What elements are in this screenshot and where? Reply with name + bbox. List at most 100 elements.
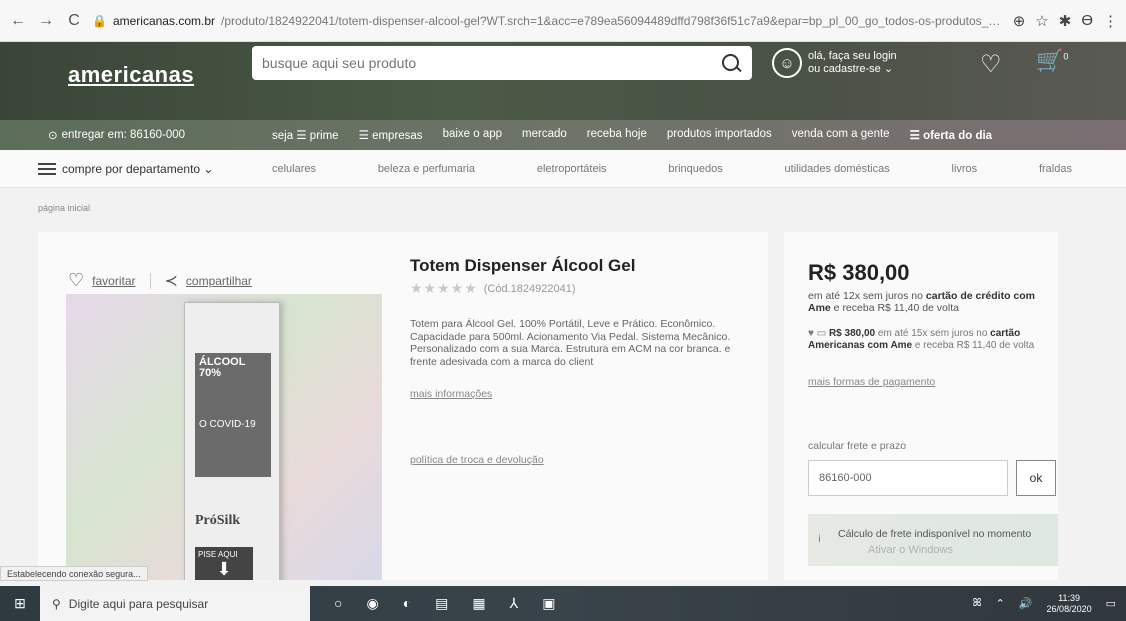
browser-status-bar: Estabelecendo conexão segura... <box>0 566 148 581</box>
chrome-icon[interactable]: ◉ <box>366 595 378 612</box>
forward-arrow-icon[interactable]: → <box>36 11 56 31</box>
location-pin-icon: ⊙ <box>48 130 58 142</box>
installments-pre: em até 12x sem juros no <box>808 290 926 302</box>
back-arrow-icon[interactable]: ← <box>8 11 28 31</box>
nav-receba-hoje[interactable]: receba hoje <box>587 128 647 142</box>
login-link[interactable]: ☺ olá, faça seu login ou cadastre-se ⌄ <box>772 48 897 78</box>
totem-illustration: ÁLCOOL 70% O COVID-19 PróSilk PISE AQUI ⬇ <box>184 302 280 580</box>
dept-eletroportateis[interactable]: eletroportáteis <box>537 163 607 175</box>
shipping-label: calcular frete e prazo <box>808 440 907 452</box>
product-rating: ★★★★★ (Cód.1824922041) <box>410 280 576 297</box>
price-panel: R$ 380,00 em até 12x sem juros no cartão… <box>784 232 1058 580</box>
share-icon[interactable]: ≺ <box>165 271 178 291</box>
clock[interactable]: 11:39 26/08/2020 <box>1047 593 1092 615</box>
nav-venda[interactable]: venda com a gente <box>792 128 890 142</box>
product-code: (Cód.1824922041) <box>483 282 576 295</box>
top-nav-links: seja ☰ prime ☰ empresas baixe o app merc… <box>272 128 992 142</box>
people-icon[interactable]: ꕤ <box>972 597 981 610</box>
department-links: celulares beleza e perfumaria eletroport… <box>272 163 1072 175</box>
breadcrumb[interactable]: página inicial <box>38 203 90 213</box>
nav-oferta[interactable]: ☰ oferta do dia <box>910 128 993 142</box>
reload-icon[interactable]: C <box>64 11 84 31</box>
return-policy-link[interactable]: política de troca e devolução <box>410 454 544 466</box>
address-bar[interactable]: 🔒 americanas.com.br/produto/1824922041/t… <box>92 8 1005 34</box>
word-icon[interactable]: ▣ <box>542 595 555 612</box>
user-icon: ☺ <box>772 48 802 78</box>
browser-icons: ⊕ ☆ ✱ ϴ ⋮ <box>1013 12 1118 30</box>
browser-toolbar: ← → C 🔒 americanas.com.br/produto/182492… <box>0 0 1126 42</box>
cart-icon[interactable]: 🛒0 <box>1036 48 1068 74</box>
department-bar: compre por departamento ⌄ celulares bele… <box>0 150 1126 188</box>
cortana-icon[interactable]: ○ <box>334 595 342 612</box>
more-payment-link[interactable]: mais formas de pagamento <box>808 376 935 388</box>
bookmark-star-icon[interactable]: ☆ <box>1035 12 1048 30</box>
address-path: /produto/1824922041/totem-dispenser-alco… <box>221 13 1005 28</box>
nav-importados[interactable]: produtos importados <box>667 128 772 142</box>
dept-livros[interactable]: livros <box>952 163 978 175</box>
department-menu-button[interactable]: compre por departamento ⌄ <box>38 162 213 176</box>
profile-icon[interactable]: ϴ <box>1081 12 1093 30</box>
search-icon: ⚲ <box>52 596 61 611</box>
favorite-link[interactable]: favoritar <box>92 274 135 288</box>
windows-activation-watermark: Ativar o Windows <box>868 544 953 556</box>
nav-mercado[interactable]: mercado <box>522 128 567 142</box>
product-panel: ♡ favoritar ≺ compartilhar ÁLCOOL 70% O … <box>38 232 768 580</box>
excel-icon[interactable]: ▦ <box>472 595 485 612</box>
explorer-icon[interactable]: ▤ <box>435 595 448 612</box>
heart-icon[interactable]: ♡ <box>68 270 84 291</box>
menu-kebab-icon[interactable]: ⋮ <box>1103 12 1118 30</box>
acrobat-icon[interactable]: ⅄ <box>510 595 519 612</box>
product-price: R$ 380,00 <box>808 260 910 285</box>
dept-beleza[interactable]: beleza e perfumaria <box>378 163 475 175</box>
product-image[interactable]: ÁLCOOL 70% O COVID-19 PróSilk PISE AQUI ⬇ <box>66 294 382 580</box>
ame-text-1: em até 15x sem juros no <box>875 328 991 339</box>
share-link[interactable]: compartilhar <box>186 274 252 288</box>
extensions-icon[interactable]: ✱ <box>1059 12 1072 30</box>
product-title: Totem Dispenser Álcool Gel <box>410 256 636 275</box>
shipping-notice: ⅰ Cálculo de frete indisponível no momen… <box>808 514 1058 566</box>
dept-utilidades[interactable]: utilidades domésticas <box>785 163 890 175</box>
site-header: americanas ☺ olá, faça seu login ou cada… <box>0 42 1126 120</box>
cart-count: 0 <box>1063 51 1069 62</box>
windows-start-icon[interactable]: ⊞ <box>0 586 40 621</box>
signup-text: ou cadastre-se ⌄ <box>808 63 894 75</box>
edge-icon[interactable]: ◐ <box>403 595 411 612</box>
nav-empresas[interactable]: ☰ empresas <box>359 128 423 142</box>
address-host: americanas.com.br <box>112 13 215 28</box>
installments-text: em até 12x sem juros no cartão de crédit… <box>808 290 1048 314</box>
rating-stars-icon[interactable]: ★★★★★ <box>410 280 478 297</box>
calculate-shipping-button[interactable]: ok <box>1016 460 1056 496</box>
top-nav: ⊙ entregar em: 86160-000 seja ☰ prime ☰ … <box>0 120 1126 150</box>
ame-card-icon: ♥ ▭ <box>808 328 829 339</box>
volume-icon[interactable]: 🔊 <box>1019 597 1033 610</box>
cep-input[interactable] <box>808 460 1008 496</box>
delivery-location[interactable]: ⊙ entregar em: 86160-000 <box>48 128 185 142</box>
search-icon[interactable] <box>720 52 742 74</box>
tray-arrow-icon[interactable]: ⌃ <box>996 597 1005 610</box>
nav-app[interactable]: baixe o app <box>443 128 502 142</box>
nav-prime[interactable]: seja ☰ prime <box>272 128 339 142</box>
taskbar-search[interactable]: ⚲ Digite aqui para pesquisar <box>40 586 310 621</box>
shipping-notice-text: Cálculo de frete indisponível no momento <box>838 528 1032 540</box>
department-menu-label: compre por departamento ⌄ <box>62 161 214 176</box>
totem-label: ÁLCOOL 70% O COVID-19 <box>195 353 271 477</box>
notifications-icon[interactable]: ▭ <box>1106 597 1116 610</box>
clock-time: 11:39 <box>1058 592 1080 603</box>
product-actions: ♡ favoritar ≺ compartilhar <box>68 270 252 291</box>
favorites-heart-icon[interactable]: ♡ <box>980 50 1002 79</box>
hamburger-icon <box>38 162 56 175</box>
image-text-percent: 70% <box>199 367 222 379</box>
image-text-covid: O COVID-19 <box>199 419 256 430</box>
dept-brinquedos[interactable]: brinquedos <box>668 163 722 175</box>
americanas-logo[interactable]: americanas <box>68 62 194 88</box>
windows-taskbar: ⊞ ⚲ Digite aqui para pesquisar ○ ◉ ◐ ▤ ▦… <box>0 586 1126 621</box>
dept-fraldas[interactable]: fraldas <box>1039 163 1072 175</box>
taskbar-search-text: Digite aqui para pesquisar <box>68 596 209 611</box>
dept-celulares[interactable]: celulares <box>272 163 316 175</box>
down-arrow-icon: ⬇ <box>216 559 232 579</box>
image-text-brand: PróSilk <box>195 513 241 528</box>
search-input[interactable] <box>262 55 720 71</box>
zoom-icon[interactable]: ⊕ <box>1013 12 1026 30</box>
more-info-link[interactable]: mais informações <box>410 388 492 400</box>
product-description: Totem para Álcool Gel. 100% Portátil, Le… <box>410 318 731 368</box>
